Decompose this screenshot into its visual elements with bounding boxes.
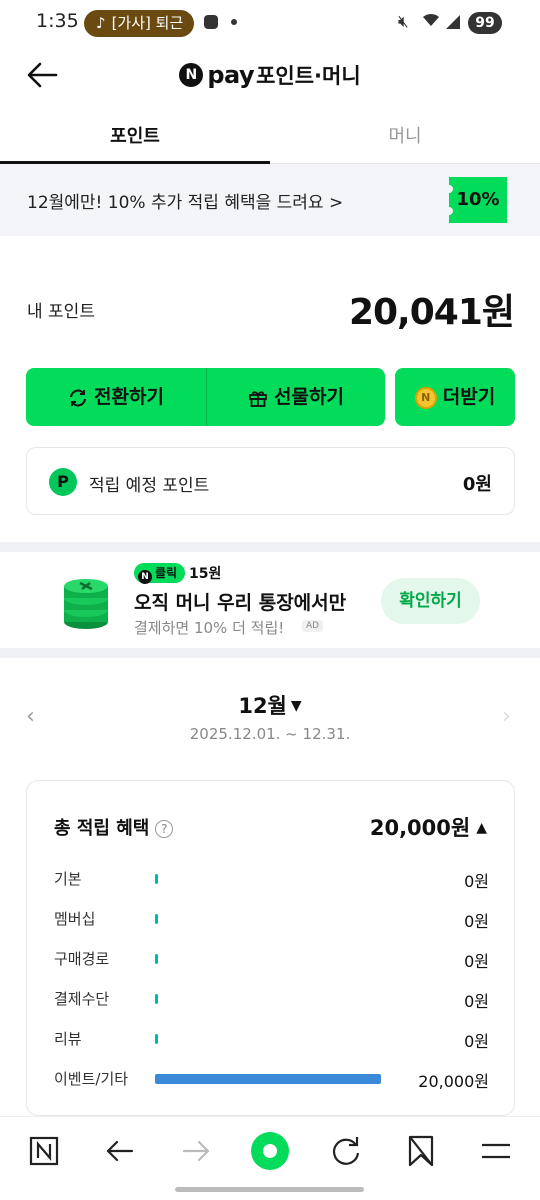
coin-icon: N (414, 386, 437, 409)
next-month-icon[interactable]: › (502, 704, 511, 729)
pending-label: 적립 예정 포인트 (89, 476, 210, 496)
my-point-label: 내 포인트 (27, 302, 95, 322)
point-actions: 전환하기 선물하기 (26, 368, 385, 426)
benefit-row: 결제수단 0원 (54, 988, 489, 1012)
mute-icon: 🔇︎ (398, 12, 409, 32)
benefit-bar (155, 874, 158, 884)
ad-headline: 오직 머니 우리 통장에서만 (134, 592, 347, 614)
benefit-label: 멤버십 (54, 910, 96, 928)
click-reward-tag: N 클릭 (134, 563, 186, 584)
back-arrow-icon[interactable] (100, 1131, 140, 1171)
benefit-bar (155, 914, 158, 924)
media-pill[interactable]: ♪ [가사] 퇴근 (84, 10, 194, 37)
forward-arrow-icon[interactable] (176, 1131, 216, 1171)
benefit-value: 20,000원 (418, 1072, 489, 1091)
pay-logo: pay (207, 61, 255, 89)
pending-points-card[interactable]: P 적립 예정 포인트 0원 (26, 447, 515, 515)
benefit-bar (155, 954, 158, 964)
benefit-row: 기본 0원 (54, 868, 489, 892)
ad-confirm-button[interactable]: 확인하기 (381, 578, 480, 624)
green-dot-icon[interactable] (250, 1131, 290, 1171)
benefit-row: 멤버십 0원 (54, 908, 489, 932)
tab-bar: 포인트 머니 (0, 112, 540, 164)
section-divider (0, 648, 540, 658)
promo-text: 12월에만! 10% 추가 적립 혜택을 드려요 > (27, 193, 344, 213)
benefit-value: 0원 (464, 992, 489, 1011)
section-divider (0, 542, 540, 552)
benefit-value: 0원 (464, 872, 489, 891)
media-pill-text: [가사] 퇴근 (111, 14, 184, 32)
promo-badge: 10% (445, 177, 507, 223)
tab-money[interactable]: 머니 (270, 112, 540, 164)
benefit-value: 0원 (464, 912, 489, 931)
money-stack-icon (64, 579, 108, 629)
more-notifications-dot (231, 19, 237, 25)
convert-label: 전환하기 (94, 386, 164, 408)
benefit-summary-card: 총 적립 혜택? 20,000원 ▲ 기본 0원 멤버십 0원 구매경로 0원 결… (26, 780, 515, 1116)
ad-subtext: 결제하면 10% 더 적립! (134, 619, 285, 637)
date-range: 2025.12.01. ~ 12.31. (189, 725, 351, 743)
benefit-label: 리뷰 (54, 1030, 82, 1048)
wifi-icon (422, 12, 440, 32)
benefit-bar (155, 994, 158, 1004)
help-icon[interactable]: ? (155, 820, 174, 838)
benefit-bar (155, 1074, 381, 1084)
benefit-label: 구매경로 (54, 950, 110, 968)
benefit-label: 기본 (54, 870, 82, 888)
naver-n-icon: N (138, 570, 152, 584)
month-selector[interactable]: 12월 ▼ (0, 690, 540, 720)
gesture-bar (175, 1187, 364, 1192)
reward-amount: 15원 (189, 566, 222, 582)
chevron-right-icon: > (328, 193, 344, 213)
battery-indicator: 99 (468, 12, 502, 34)
benefit-value: 0원 (464, 1032, 489, 1051)
menu-icon[interactable] (476, 1131, 516, 1171)
signal-icon (446, 15, 460, 29)
page-title: Npay포인트·머니 (0, 60, 540, 90)
benefit-value: 0원 (464, 952, 489, 971)
pending-value: 0원 (462, 474, 492, 495)
chevron-down-icon: ▼ (290, 698, 302, 714)
point-p-icon: P (49, 468, 77, 496)
refresh-icon[interactable] (326, 1131, 366, 1171)
convert-icon (70, 389, 87, 406)
earn-more-button[interactable]: N 더받기 (395, 368, 515, 426)
benefit-bar (155, 1034, 158, 1044)
benefit-row: 구매경로 0원 (54, 948, 489, 972)
tab-points[interactable]: 포인트 (0, 112, 270, 164)
naver-home-icon[interactable] (24, 1131, 64, 1171)
summary-title: 총 적립 혜택? (54, 814, 174, 840)
chevron-up-icon: ▲ (476, 820, 487, 836)
benefit-row: 리뷰 0원 (54, 1028, 489, 1052)
convert-button[interactable]: 전환하기 (26, 368, 206, 426)
status-bar: 1:35 ♪ [가사] 퇴근 🔇︎ 99 (0, 0, 540, 46)
app-header: Npay포인트·머니 (0, 46, 540, 104)
my-point-value: 20,041원 (348, 292, 515, 333)
music-note-icon: ♪ (96, 14, 106, 32)
benefit-row: 이벤트/기타 20,000원 (54, 1068, 489, 1092)
page-title-text: 포인트·머니 (256, 64, 361, 88)
benefit-label: 이벤트/기타 (54, 1070, 129, 1088)
gift-button[interactable]: 선물하기 (207, 368, 385, 426)
status-time: 1:35 (36, 10, 79, 32)
naver-logo-icon: N (179, 63, 204, 87)
earn-more-label: 더받기 (442, 386, 496, 408)
summary-total[interactable]: 20,000원 ▲ (370, 812, 487, 842)
gift-label: 선물하기 (274, 386, 344, 408)
gift-icon (249, 390, 267, 407)
app-notification-icon (204, 15, 218, 29)
ad-label: AD (302, 620, 324, 632)
benefit-label: 결제수단 (54, 990, 110, 1008)
bookmark-icon[interactable] (401, 1131, 441, 1171)
